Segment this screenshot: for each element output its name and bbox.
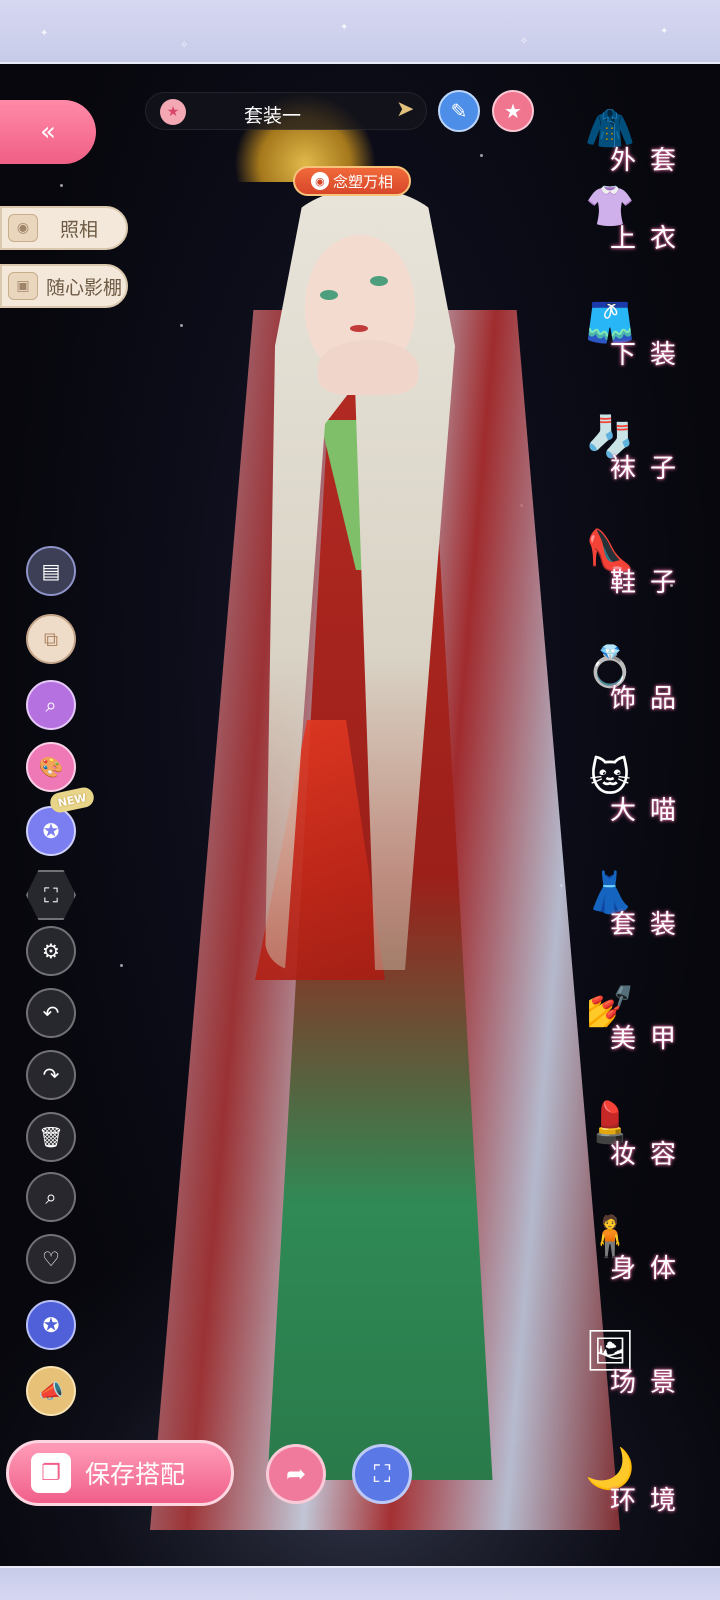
favorite-suit-button[interactable]: ★ bbox=[492, 90, 534, 132]
sparkle-icon: ✧ bbox=[520, 36, 529, 47]
category-item[interactable]: 🧦 袜子 bbox=[570, 396, 710, 506]
category-item[interactable]: 🖼 场景 bbox=[570, 1310, 710, 1420]
pencil-icon: ✎ bbox=[450, 99, 468, 123]
clothes-basket-icon: ▤ bbox=[41, 559, 61, 583]
star-circle-icon: ✪ bbox=[42, 1313, 60, 1337]
category-label: 鞋子 bbox=[610, 568, 691, 598]
palette-tool-button[interactable]: 🎨 bbox=[26, 742, 76, 792]
category-label: 身体 bbox=[610, 1254, 691, 1284]
double-chevron-left-icon: « bbox=[40, 117, 56, 147]
palette-icon: 🎨 bbox=[38, 755, 64, 779]
search-icon: ⌕ bbox=[45, 1185, 57, 1209]
redo-button[interactable]: ↷ bbox=[26, 1050, 76, 1100]
category-label: 套装 bbox=[610, 910, 691, 940]
camera-icon: ◉ bbox=[8, 214, 38, 242]
sparkle-star-icon: ✪ bbox=[42, 819, 60, 843]
category-item[interactable]: 👠 鞋子 bbox=[570, 510, 710, 620]
star-particle bbox=[120, 964, 123, 967]
wardrobe-tool-button[interactable]: ▤ bbox=[26, 546, 76, 596]
category-label: 妆容 bbox=[610, 1140, 691, 1170]
category-item[interactable]: 🐱 大喵 bbox=[570, 738, 710, 848]
save-outfit-label: 保存搭配 bbox=[85, 1460, 186, 1489]
star-particle bbox=[180, 324, 183, 327]
trash-icon: 🗑 bbox=[38, 1125, 64, 1149]
category-label: 场景 bbox=[610, 1368, 691, 1398]
announcement-button[interactable]: 📣 bbox=[26, 1366, 76, 1416]
edit-suit-button[interactable]: ✎ bbox=[438, 90, 480, 132]
category-item[interactable]: 🩳 下装 bbox=[570, 282, 710, 392]
box-icon: ▣ bbox=[8, 272, 38, 300]
star-particle bbox=[480, 154, 483, 157]
star-collect-button[interactable]: ✪ bbox=[26, 1300, 76, 1350]
category-item[interactable]: 🧍 身体 bbox=[570, 1196, 710, 1306]
character-eye bbox=[370, 276, 388, 286]
category-label: 环境 bbox=[610, 1486, 691, 1516]
like-button[interactable]: ♡ bbox=[26, 1234, 76, 1284]
category-label: 美甲 bbox=[610, 1024, 691, 1054]
search-item-tool-button[interactable]: ⌕ bbox=[26, 680, 76, 730]
category-item[interactable]: 👚 上衣 bbox=[570, 166, 710, 276]
category-label: 袜子 bbox=[610, 454, 691, 484]
undo-icon: ↶ bbox=[42, 1001, 60, 1025]
photo-button[interactable]: ◉ 照相 bbox=[0, 206, 128, 250]
undo-button[interactable]: ↶ bbox=[26, 988, 76, 1038]
category-item[interactable]: 💄 妆容 bbox=[570, 1082, 710, 1192]
studio-button[interactable]: ▣ 随心影棚 bbox=[0, 264, 128, 308]
bottom-frame-border bbox=[0, 1566, 720, 1600]
megaphone-icon: 📣 bbox=[38, 1379, 64, 1403]
character-eye bbox=[320, 290, 338, 300]
save-outfit-button[interactable]: ❐ 保存搭配 bbox=[6, 1440, 234, 1506]
clear-button[interactable]: 🗑 bbox=[26, 1112, 76, 1162]
swirl-icon: ◉ bbox=[310, 172, 329, 190]
layer-tool-button[interactable]: ⧉ bbox=[26, 614, 76, 664]
fullscreen-icon: ⛶ bbox=[44, 883, 58, 907]
copy-icon: ❐ bbox=[31, 1453, 71, 1493]
category-item[interactable]: 💅 美甲 bbox=[570, 966, 710, 1076]
star-effect-tool-button[interactable]: ✪ bbox=[26, 806, 76, 856]
share-button[interactable]: ➦ bbox=[266, 1444, 326, 1504]
top-frame-border: ✦ ✧ ✦ ✧ ✦ bbox=[0, 0, 720, 64]
category-label: 下装 bbox=[610, 340, 691, 370]
back-button[interactable]: « bbox=[0, 100, 96, 164]
star-icon: ★ bbox=[504, 99, 522, 123]
category-item[interactable]: 💍 饰品 bbox=[570, 626, 710, 736]
zoom-button[interactable]: ⌕ bbox=[26, 1172, 76, 1222]
outfit-scan-button[interactable]: ⛶ bbox=[352, 1444, 412, 1504]
category-item[interactable]: 🌙 环境 bbox=[570, 1428, 710, 1538]
share-arrow-icon: ➦ bbox=[285, 1460, 307, 1488]
suit-selector[interactable]: ★ 套装一 ➤ bbox=[145, 92, 427, 130]
studio-label: 随心影棚 bbox=[46, 276, 123, 299]
shirt-scan-icon: ⛶ bbox=[373, 1460, 391, 1488]
sparkle-icon: ✦ bbox=[340, 22, 349, 33]
character-hands bbox=[318, 340, 418, 395]
photo-label: 照相 bbox=[60, 218, 99, 241]
nianyu-label: 念塑万相 bbox=[332, 172, 393, 191]
star-icon: ★ bbox=[160, 99, 186, 125]
settings-button[interactable]: ⚙ bbox=[26, 926, 76, 976]
redo-icon: ↷ bbox=[42, 1063, 60, 1087]
star-particle bbox=[60, 184, 63, 187]
sparkle-icon: ✧ bbox=[180, 40, 189, 51]
gear-icon: ⚙ bbox=[42, 939, 60, 963]
magnifier-list-icon: ⌕ bbox=[45, 693, 57, 717]
category-label: 饰品 bbox=[610, 684, 691, 714]
heart-icon: ♡ bbox=[42, 1247, 60, 1271]
character-lips bbox=[350, 325, 368, 332]
suit-name: 套装一 bbox=[244, 105, 302, 127]
category-label: 上衣 bbox=[610, 224, 691, 254]
category-label: 大喵 bbox=[610, 796, 691, 826]
nianyu-tag[interactable]: ◉ 念塑万相 bbox=[293, 166, 411, 196]
layers-plus-icon: ⧉ bbox=[43, 627, 59, 651]
sparkle-icon: ✦ bbox=[660, 26, 669, 37]
sparkle-icon: ✦ bbox=[40, 28, 49, 39]
category-item[interactable]: 👗 套装 bbox=[570, 852, 710, 962]
chevron-right-icon[interactable]: ➤ bbox=[396, 97, 414, 122]
